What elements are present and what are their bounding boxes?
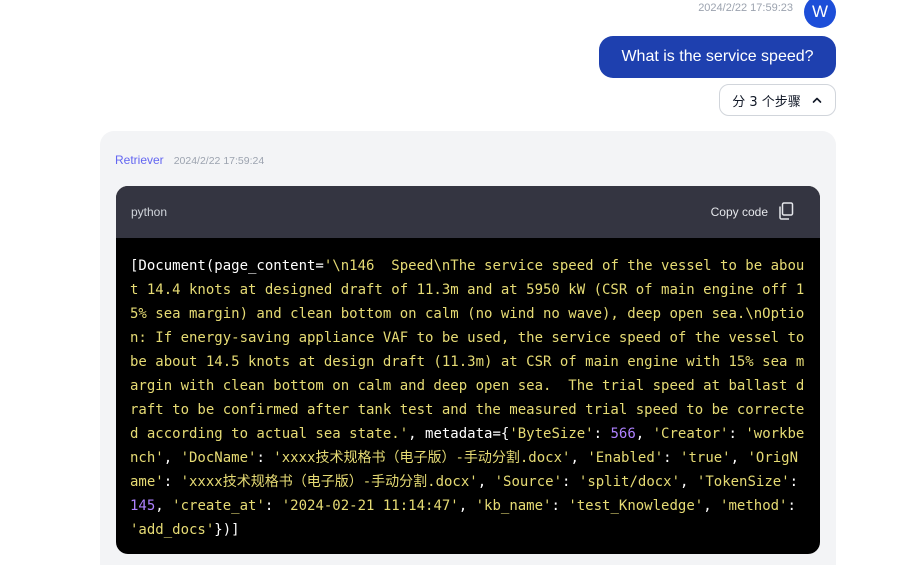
code-token-string: 'Creator' [652,426,729,442]
copy-code-button[interactable]: Copy code [710,201,794,223]
code-token-text: : [562,474,579,490]
retriever-timestamp: 2024/2/22 17:59:24 [173,155,265,167]
code-token-text: , [703,498,721,514]
code-token-string: 'method' [720,498,788,514]
code-token-text: , [458,498,476,514]
code-token-number: 145 [130,498,156,514]
code-token-text: : [264,498,282,514]
retriever-header: Retriever 2024/2/22 17:59:24 [115,153,264,167]
code-token-text: : [163,474,181,490]
code-token-text: : [789,474,807,490]
code-token-string: '2024-02-21 11:14:47' [281,498,459,514]
code-token-string: 'ByteSize' [509,426,594,442]
code-header: python Copy code [116,186,820,238]
code-token-string: 'add_docs' [130,522,215,538]
code-token-string: 'create_at' [172,498,265,514]
code-token-text: , [635,426,653,442]
code-token-text: , [477,474,495,490]
code-token-text: : [551,498,569,514]
code-token-string: 'split/docx' [578,474,681,490]
code-token-text: : [728,426,746,442]
code-token-text: , metadata={ [408,426,510,442]
code-token-text: , [570,450,588,466]
code-token-string: '\n146 Speed\nThe service speed of the v… [130,258,813,442]
copy-code-label: Copy code [710,205,768,219]
code-token-string: 'Source' [494,474,563,490]
code-token-string: 'Enabled' [587,450,664,466]
steps-toggle-label: 分 3 个步骤 [732,94,801,110]
retriever-label: Retriever [115,153,164,167]
code-token-text: , [155,498,173,514]
code-token-number: 566 [610,426,636,442]
copy-icon [778,201,794,223]
code-token-text: })] [214,522,240,538]
code-token-string: 'TokenSize' [696,474,790,490]
code-token-string: 'true' [680,450,731,466]
code-token-text: : [593,426,611,442]
retriever-panel: Retriever 2024/2/22 17:59:24 python Copy… [100,131,836,565]
code-token-text: , [730,450,748,466]
code-token-text: : [663,450,681,466]
user-message-bubble: What is the service speed? [599,36,836,78]
user-message-timestamp: 2024/2/22 17:59:23 [698,2,793,14]
code-block: python Copy code [Document(page_content=… [116,186,820,554]
code-token-string: 'xxxx技术规格书（电子版）-手动分割.docx' [180,474,478,490]
chat-page: 2024/2/22 17:59:23 W What is the service… [0,0,924,565]
code-token-text: , [163,450,181,466]
steps-toggle-button[interactable]: 分 3 个步骤 [719,84,836,116]
code-token-text: [Document(page_content= [130,258,324,274]
code-token-text: : [787,498,805,514]
code-token-string: 'xxxx技术规格书（电子版）-手动分割.docx' [273,450,571,466]
code-token-string: 'kb_name' [475,498,552,514]
code-token-string: 'DocName' [180,450,257,466]
code-token-text: , [680,474,697,490]
user-avatar[interactable]: W [804,0,836,28]
chevron-up-icon [811,94,823,106]
code-language-label: python [131,205,168,219]
code-token-string: 'test_Knowledge' [568,498,704,514]
code-content: [Document(page_content='\n146 Speed\nThe… [116,238,820,542]
code-token-text: : [256,450,274,466]
